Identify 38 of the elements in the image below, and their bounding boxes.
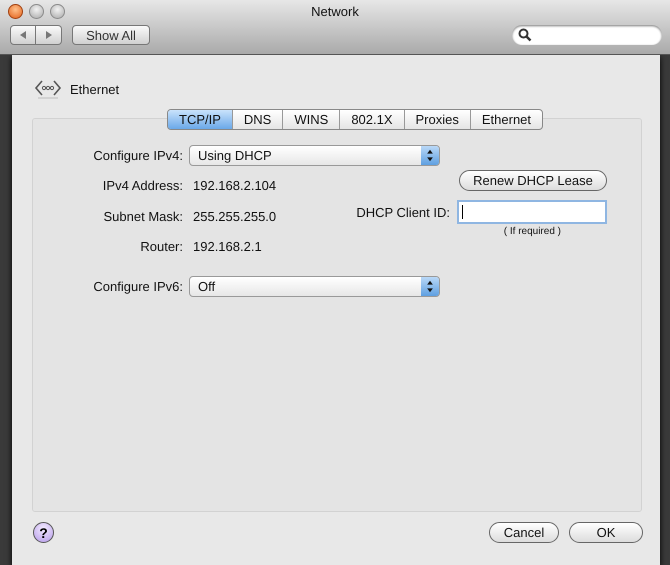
tab[interactable]: Ethernet — [470, 110, 542, 129]
field-label: Configure IPv6: — [92, 278, 183, 294]
window-title: Network — [311, 3, 359, 21]
forward-button[interactable] — [36, 25, 62, 45]
field-label: Subnet Mask: — [102, 208, 183, 224]
tab[interactable]: TCP/IP — [168, 110, 232, 129]
field-label: Configure IPv4: — [92, 148, 183, 162]
field-value: 192.168.2.1 — [192, 238, 262, 254]
field-label: Router: — [139, 238, 183, 254]
zoom-icon[interactable] — [50, 4, 65, 19]
back-arrow-icon — [18, 30, 28, 40]
search-field[interactable] — [512, 25, 662, 45]
service-name: Ethernet — [70, 82, 120, 96]
tab[interactable]: WINS — [282, 110, 340, 129]
cancel-button[interactable]: Cancel — [489, 522, 559, 543]
field-value: 255.255.255.0 — [192, 208, 276, 224]
help-button[interactable]: ? — [33, 522, 54, 543]
ethernet-icon — [34, 78, 62, 100]
field-hint: ( If required ) — [504, 226, 561, 237]
configure-ipv4-dropdown[interactable]: Using DHCP — [189, 144, 440, 166]
tab[interactable]: 802.1X — [339, 110, 404, 129]
back-button[interactable] — [10, 25, 36, 45]
configure-ipv6-dropdown[interactable]: Off — [189, 276, 440, 296]
field-label: DHCP Client ID: — [356, 204, 450, 220]
show-all-button[interactable]: Show All — [72, 25, 150, 45]
tab[interactable]: Proxies — [404, 110, 470, 129]
stepper-arrows-icon — [421, 146, 439, 164]
ok-button[interactable]: OK — [569, 522, 643, 543]
field-label: IPv4 Address: — [102, 178, 183, 193]
minimize-icon[interactable] — [29, 4, 44, 19]
renew-dhcp-lease-button[interactable]: Renew DHCP Lease — [459, 170, 607, 191]
forward-arrow-icon — [44, 30, 54, 40]
field-value: 192.168.2.104 — [192, 178, 276, 193]
close-icon[interactable] — [8, 4, 23, 19]
stepper-arrows-icon — [421, 276, 439, 296]
search-icon — [518, 28, 532, 42]
tab[interactable]: DNS — [232, 110, 282, 129]
dhcp-client-id-field[interactable] — [457, 200, 607, 224]
